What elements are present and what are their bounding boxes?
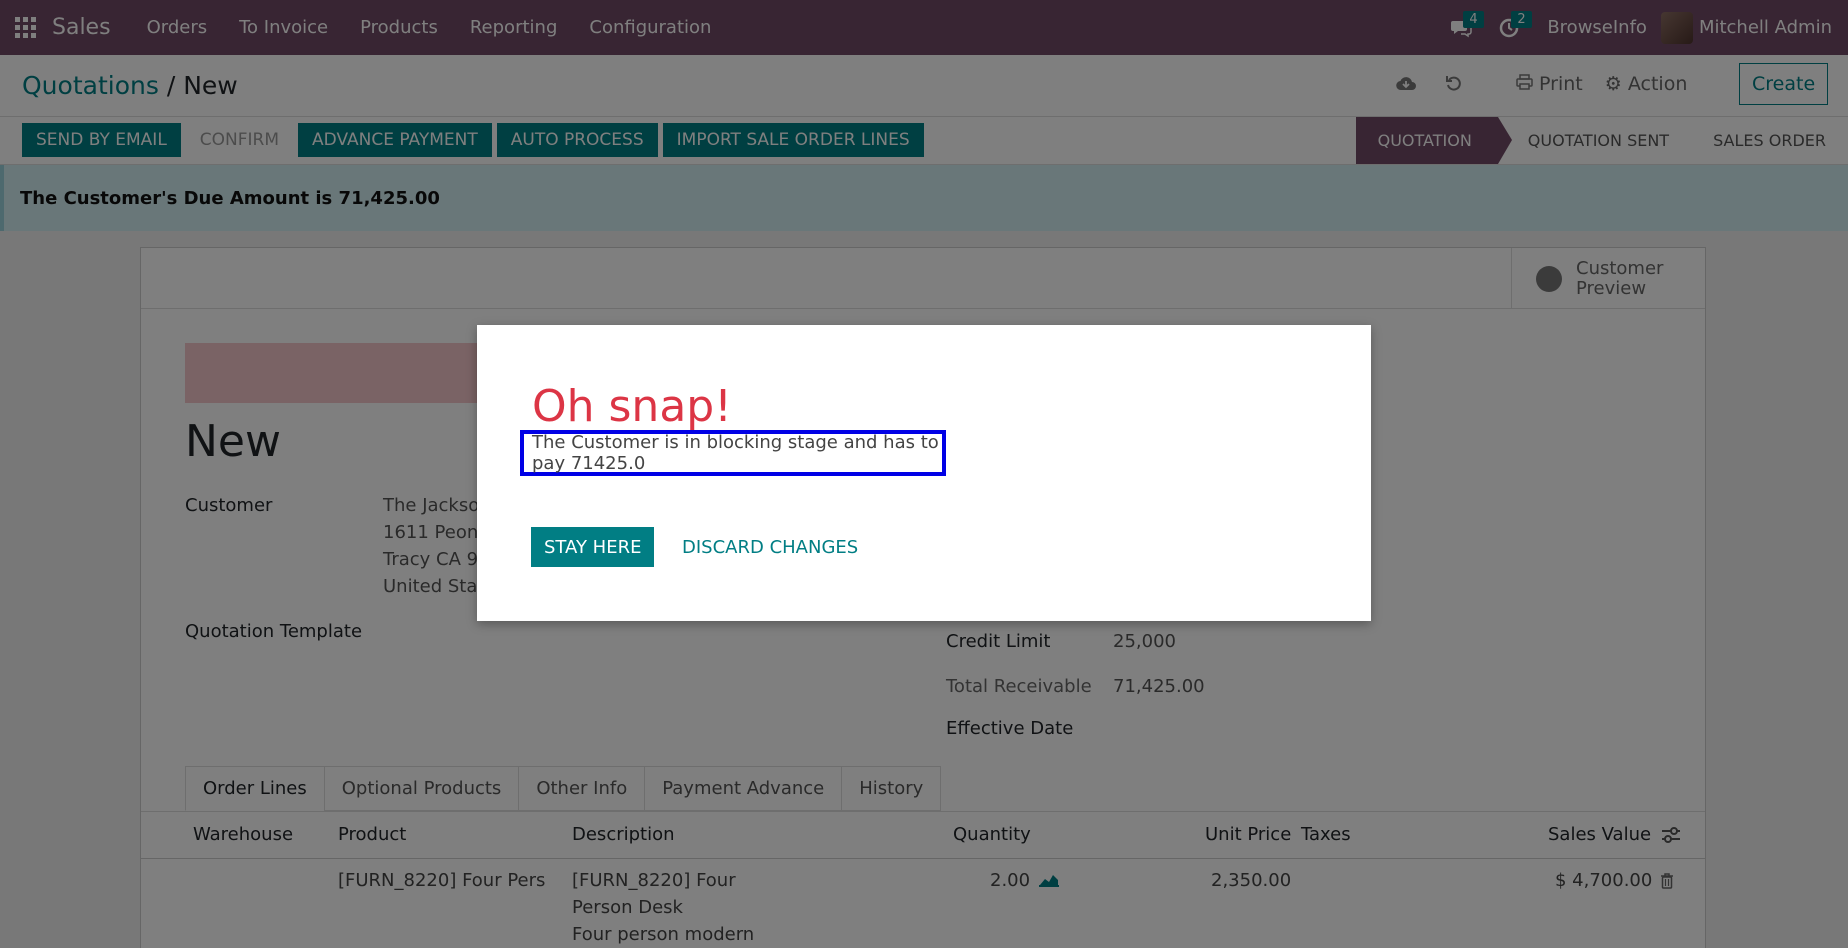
stay-here-button[interactable]: STAY HERE — [531, 527, 655, 567]
dialog-message: The Customer is in blocking stage and ha… — [520, 430, 946, 476]
discard-changes-button[interactable]: DISCARD CHANGES — [672, 527, 868, 567]
warning-dialog: Oh snap! The Customer is in blocking sta… — [477, 325, 1371, 621]
dialog-title: Oh snap! — [532, 381, 732, 432]
